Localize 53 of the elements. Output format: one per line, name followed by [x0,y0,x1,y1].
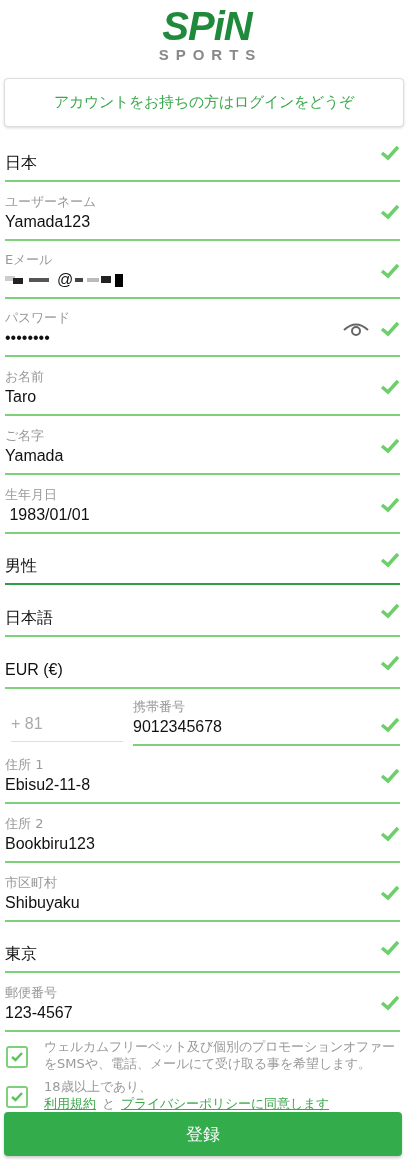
field-value: •••••••• [5,328,50,349]
input-field[interactable]: 市区町村 Shibuyaku [5,863,400,922]
select-value: 日本語 [5,608,53,629]
input-field[interactable]: ご名字 Yamada [5,416,400,475]
field-value: Ebisu2-11-8 [5,775,91,796]
field-value: Taro [5,387,37,408]
field-label: Eメール [5,250,53,269]
checkbox[interactable] [6,1086,28,1109]
field-label: ユーザーネーム [5,192,96,211]
input-field[interactable]: 住所 2 Bookbiru123 [5,804,400,863]
consent-text: と [102,1095,115,1113]
field-label: お名前 [5,368,44,387]
input-field[interactable]: 郵便番号 123-4567 [5,973,400,1033]
password-field[interactable]: パスワード •••••••• [5,298,400,358]
input-field[interactable]: 生年月日 1983/01/01 [5,474,400,534]
logo-title: SPiN [162,6,252,46]
input-field[interactable]: お名前 Taro [5,357,400,417]
select-field[interactable]: EUR (€) [5,637,400,689]
select-value: 日本 [5,153,37,174]
field-value: Shibuyaku [5,892,80,913]
field-value: 1983/01/01 [8,504,90,525]
check-icon [11,1052,23,1063]
select-field[interactable]: 日本語 [5,585,400,638]
select-field[interactable]: 男性 [5,533,400,586]
input-field[interactable]: Eメール @ [5,240,400,299]
field-value: Bookbiru123 [5,834,95,854]
select-field[interactable]: 東京 [5,921,400,974]
select-value: 男性 [5,556,37,577]
select-value: 東京 [5,944,37,965]
field-label: 携帯番号 [133,697,185,716]
select-value: EUR (€) [5,659,63,680]
consent-text: 18歳以上であり、 [44,1078,153,1096]
field-label: パスワード [5,309,70,328]
field-label: 生年月日 [5,485,57,504]
field-value: Yamada123 [5,211,91,232]
field-value: Yamada [5,445,64,466]
field-label: 郵便番号 [5,984,57,1003]
input-field[interactable]: ユーザーネーム Yamada123 [5,182,400,241]
consent-text: ウェルカムフリーベット及び個別のプロモーションオファーをSMSや、電話、メールにて受け取る事を希望します。 [44,1038,396,1073]
field-value: 123-4567 [5,1003,73,1024]
logo-subtitle: SPORTS [158,46,263,64]
field-label: 住所 1 [5,756,44,775]
field-label: 市区町村 [5,873,57,892]
checkbox[interactable] [6,1046,28,1069]
field-label: 住所 2 [5,815,44,833]
redacted-mosaic-icon [75,272,126,287]
field-value: 9012345678 [133,716,222,737]
check-icon [11,1092,23,1103]
field-value: @ [57,269,74,290]
input-field[interactable]: 住所 1 Ebisu2-11-8 [5,745,400,805]
select-field[interactable]: 日本 [5,127,400,183]
field-label: ご名字 [5,426,44,445]
phone-field[interactable]: 携帯番号 9012345678 [133,697,400,746]
